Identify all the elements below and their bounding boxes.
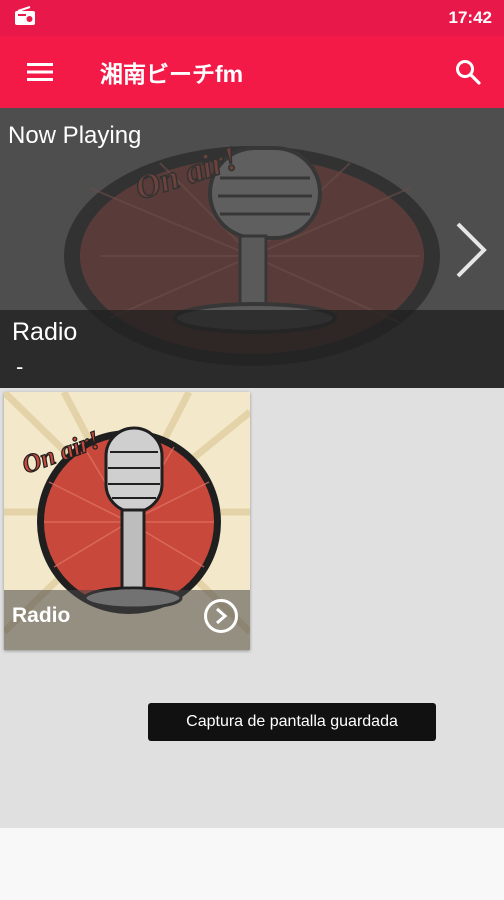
hamburger-menu-icon [27,63,53,81]
search-icon [456,60,481,85]
status-bar: 17:42 [0,0,504,36]
app-title: 湘南ビーチfm [100,61,244,87]
now-playing-subtitle: - [16,354,24,379]
status-time: 17:42 [448,8,492,27]
toast-message: Captura de pantalla guardada [148,703,436,741]
station-card-label: Radio [12,604,71,627]
app-bar: 湘南ビーチfm [0,36,504,108]
menu-button[interactable] [0,36,80,108]
now-playing-heading: Now Playing [8,122,142,149]
bottom-area [0,828,504,900]
play-circle-icon [216,607,228,625]
station-card-footer: Radio [4,590,250,650]
radio-icon [14,5,36,31]
now-playing-station: Radio [12,318,78,346]
search-button[interactable] [432,36,504,108]
chevron-right-icon [456,222,487,278]
now-playing-info: Radio - [0,310,504,388]
station-card[interactable]: On air! Radio [4,392,250,650]
now-playing-banner[interactable]: On air! Now Playing Radio - [0,108,504,388]
station-play-button[interactable] [204,599,238,633]
next-button[interactable] [448,218,492,282]
